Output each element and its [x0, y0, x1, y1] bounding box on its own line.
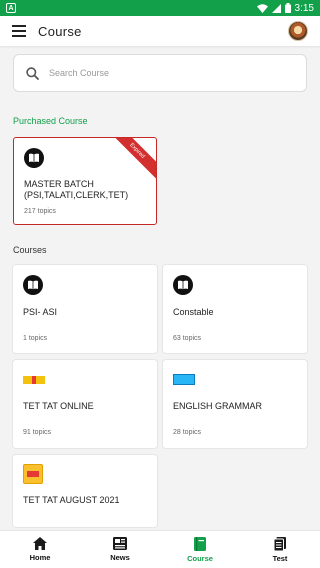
- tet-tat-logo-icon: [23, 464, 43, 484]
- course-name: MASTER BATCH (PSI,TALATI,CLERK,TET): [24, 179, 129, 200]
- courses-heading: Courses: [13, 245, 47, 255]
- course-card[interactable]: TET TAT ONLINE 91 topics: [13, 360, 157, 448]
- course-topics: 217 topics: [24, 208, 56, 215]
- bottom-navigation: Home News Course Test: [0, 530, 320, 568]
- course-topics: 1 topics: [23, 335, 48, 342]
- course-name: TET TAT AUGUST 2021: [23, 495, 120, 505]
- course-name: PSI- ASI: [23, 307, 58, 317]
- wifi-icon: [256, 3, 268, 13]
- battery-icon: [284, 3, 291, 13]
- course-name: ENGLISH GRAMMAR: [173, 401, 263, 411]
- nav-course[interactable]: Course: [160, 531, 240, 568]
- home-icon: [33, 537, 47, 550]
- purchased-course-heading: Purchased Course: [13, 116, 88, 126]
- course-logo-icon: [23, 376, 45, 384]
- course-name: Constable: [173, 307, 214, 317]
- nav-test[interactable]: Test: [240, 531, 320, 568]
- search-box[interactable]: [13, 54, 307, 92]
- page-title: Course: [38, 23, 82, 39]
- course-card[interactable]: PSI- ASI 1 topics: [13, 265, 157, 353]
- search-icon: [26, 66, 39, 80]
- book-icon: [23, 275, 43, 295]
- app-notification-icon: A: [6, 3, 16, 13]
- signal-icon: [271, 3, 281, 13]
- course-topics: 91 topics: [23, 429, 52, 436]
- course-topics: 63 topics: [173, 335, 202, 342]
- nav-home-label: Home: [29, 553, 51, 562]
- app-bar: Course: [0, 16, 320, 46]
- course-topics: 28 topics: [173, 429, 202, 436]
- course-card[interactable]: Constable 63 topics: [163, 265, 307, 353]
- status-bar: A 3:15: [0, 0, 320, 16]
- course-card[interactable]: TET TAT AUGUST 2021: [13, 455, 157, 527]
- purchased-course-card[interactable]: Expired MASTER BATCH (PSI,TALATI,CLERK,T…: [13, 137, 157, 225]
- course-name: TET TAT ONLINE: [23, 401, 94, 411]
- book-icon: [173, 275, 193, 295]
- test-icon: [274, 536, 286, 551]
- course-card[interactable]: ENGLISH GRAMMAR 28 topics: [163, 360, 307, 448]
- english-grammar-logo-icon: [173, 374, 195, 385]
- nav-home[interactable]: Home: [0, 531, 80, 568]
- search-input[interactable]: [49, 68, 269, 78]
- course-icon: [194, 536, 206, 551]
- book-icon: [24, 148, 44, 168]
- nav-test-label: Test: [272, 553, 288, 563]
- nav-news-label: News: [110, 553, 130, 562]
- status-time: 3:15: [294, 2, 314, 14]
- nav-course-label: Course: [187, 553, 213, 563]
- avatar[interactable]: [288, 21, 308, 41]
- menu-icon[interactable]: [12, 25, 26, 37]
- expired-badge: Expired: [105, 138, 156, 183]
- nav-news[interactable]: News: [80, 531, 160, 568]
- news-icon: [113, 537, 127, 550]
